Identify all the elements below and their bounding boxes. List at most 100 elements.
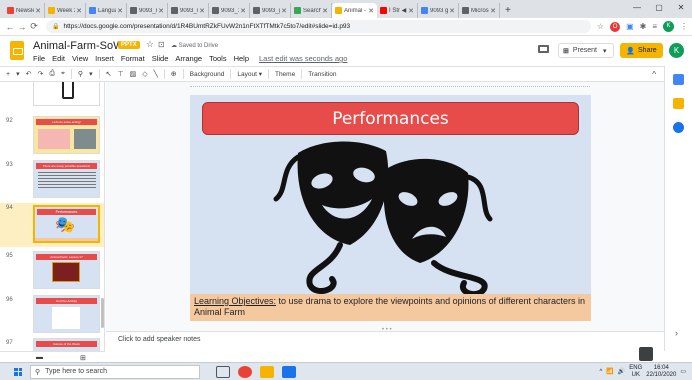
- browser-tab[interactable]: Langua ✕: [86, 3, 127, 18]
- redo-icon[interactable]: ↷: [37, 70, 43, 78]
- browser-tab[interactable]: I Str ◀ ✕: [377, 3, 418, 18]
- thumbnail-row[interactable]: 96 Hot Pen Activity: [0, 295, 104, 335]
- menu-item[interactable]: File: [33, 54, 45, 63]
- keep-icon[interactable]: [673, 98, 684, 109]
- drama-masks-image[interactable]: [190, 129, 591, 299]
- paint-format-icon[interactable]: ⌖: [61, 70, 65, 78]
- close-window-icon[interactable]: ✕: [670, 0, 692, 16]
- browser-tab-active[interactable]: Animal - ✕: [332, 3, 377, 18]
- text-box-icon[interactable]: ⊤: [117, 70, 123, 78]
- browser-menu-icon[interactable]: ⋮: [680, 22, 688, 31]
- comment-add-icon[interactable]: ⊕: [171, 70, 177, 78]
- tray-chevron-icon[interactable]: ^: [599, 369, 602, 375]
- browser-tab[interactable]: 9093_m✕: [168, 3, 209, 18]
- app-icon[interactable]: [282, 365, 296, 378]
- explore-icon[interactable]: [639, 347, 653, 361]
- forward-icon[interactable]: →: [16, 22, 28, 32]
- maximize-icon[interactable]: ▢: [648, 0, 670, 16]
- browser-tab[interactable]: Search r✕: [291, 3, 332, 18]
- present-dropdown-icon[interactable]: ▾: [603, 47, 607, 55]
- grid-view-icon[interactable]: ⊞: [80, 354, 86, 362]
- browser-tab[interactable]: 9093 g: ✕: [418, 3, 459, 18]
- present-button[interactable]: ⊞ Present ▾: [558, 43, 614, 58]
- opera-extension-icon[interactable]: O: [610, 21, 621, 32]
- menu-item[interactable]: Insert: [95, 54, 114, 63]
- slide-thumbnail[interactable]: [33, 82, 100, 106]
- slide-thumbnail[interactable]: Games of the Week: [33, 338, 100, 351]
- browser-tab[interactable]: Week 2✕: [45, 3, 86, 18]
- background-button[interactable]: Background: [190, 71, 225, 78]
- notifications-icon[interactable]: ▭: [680, 368, 686, 375]
- browser-tab[interactable]: 9093_1:✕: [209, 3, 250, 18]
- calendar-icon[interactable]: [673, 74, 684, 85]
- shape-icon[interactable]: ◇: [142, 70, 147, 78]
- select-icon[interactable]: ↖: [106, 70, 112, 78]
- slide-thumbnail[interactable]: Hot Pen Activity: [33, 295, 100, 333]
- document-title[interactable]: Animal-Farm-SoW: [33, 40, 123, 52]
- tab-close-icon[interactable]: ✕: [449, 7, 455, 15]
- tab-close-icon[interactable]: ✕: [281, 7, 287, 15]
- profile-avatar[interactable]: K: [663, 21, 674, 32]
- menu-item[interactable]: Format: [121, 54, 145, 63]
- tab-close-icon[interactable]: ✕: [490, 7, 496, 15]
- transition-button[interactable]: Transition: [308, 71, 336, 78]
- slide-thumbnail[interactable]: Performances 🎭: [33, 205, 100, 243]
- browser-tab[interactable]: 9093_g:✕: [250, 3, 291, 18]
- move-folder-icon[interactable]: ⊡: [158, 40, 165, 49]
- star-icon[interactable]: ☆: [146, 39, 154, 50]
- menu-item[interactable]: View: [72, 54, 88, 63]
- new-slide-icon[interactable]: +: [6, 71, 10, 78]
- comments-icon[interactable]: [538, 45, 549, 53]
- volume-icon[interactable]: 🔊: [618, 368, 625, 375]
- thumbnail-row[interactable]: 97 Games of the Week: [0, 338, 104, 351]
- account-avatar[interactable]: K: [669, 43, 684, 58]
- new-slide-dropdown-icon[interactable]: ▾: [16, 70, 20, 78]
- windows-start-icon[interactable]: [14, 367, 22, 376]
- tab-close-icon[interactable]: ✕: [158, 7, 164, 15]
- tasks-icon[interactable]: [673, 122, 684, 133]
- filmstrip-view-icon[interactable]: ▬: [36, 354, 43, 361]
- thumbnail-row[interactable]: 92 Let's do some acting!: [0, 116, 104, 156]
- browser-tab[interactable]: Newsle ✕: [4, 3, 45, 18]
- thumbnail-row[interactable]: 93 There are many possible questions!: [0, 160, 104, 200]
- menu-item[interactable]: Edit: [52, 54, 65, 63]
- tab-close-icon[interactable]: ✕: [199, 7, 205, 15]
- print-icon[interactable]: ⎙: [49, 70, 55, 78]
- thumbnail-row-selected[interactable]: 94 Performances 🎭: [0, 203, 104, 247]
- speaker-notes[interactable]: Click to add speaker notes: [106, 331, 664, 351]
- browser-tab[interactable]: 9093_m✕: [127, 3, 168, 18]
- slide-thumbnail[interactable]: Let's do some acting!: [33, 116, 100, 154]
- taskbar-search[interactable]: ⚲ Type here to search: [30, 364, 200, 379]
- zoom-dropdown-icon[interactable]: ▾: [89, 70, 93, 78]
- thumbnail-row[interactable]: 95 Animal Farm: Lesson 17: [0, 251, 104, 291]
- back-icon[interactable]: ←: [4, 22, 16, 32]
- tab-close-icon[interactable]: ✕: [35, 7, 41, 15]
- menu-item[interactable]: Help: [234, 54, 249, 63]
- tab-close-icon[interactable]: ✕: [322, 7, 328, 15]
- bookmark-star-icon[interactable]: ☆: [597, 22, 604, 31]
- share-button[interactable]: 👤 Share: [620, 43, 663, 58]
- reload-icon[interactable]: ⟳: [28, 21, 40, 32]
- layout-button[interactable]: Layout ▾: [237, 70, 262, 78]
- translate-extension-icon[interactable]: ▣: [626, 22, 634, 31]
- slides-logo-icon[interactable]: [10, 41, 24, 60]
- slide[interactable]: Performances Learning Objectives: to use…: [190, 95, 591, 321]
- zoom-icon[interactable]: ⚲: [78, 70, 83, 78]
- expand-panel-icon[interactable]: ›: [675, 328, 678, 338]
- slide-thumbnail[interactable]: Animal Farm: Lesson 17: [33, 251, 100, 289]
- filmstrip-scrollbar[interactable]: [101, 298, 104, 328]
- reading-list-icon[interactable]: ≡: [652, 22, 657, 31]
- browser-tab[interactable]: Microso✕: [459, 3, 500, 18]
- task-view-icon[interactable]: [216, 365, 230, 378]
- undo-icon[interactable]: ↶: [26, 70, 32, 78]
- clock[interactable]: 16:04 22/10/2020: [646, 365, 676, 379]
- line-icon[interactable]: ╲: [154, 70, 158, 78]
- menu-item[interactable]: Tools: [209, 54, 227, 63]
- url-field[interactable]: 🔒 https://docs.google.com/presentation/d…: [46, 20, 591, 33]
- tab-close-icon[interactable]: ✕: [368, 7, 374, 15]
- collapse-chevron-icon[interactable]: ^: [652, 70, 656, 79]
- thumbnail-row[interactable]: [0, 82, 104, 108]
- network-icon[interactable]: 📶: [606, 368, 613, 375]
- file-explorer-icon[interactable]: [260, 365, 274, 378]
- image-icon[interactable]: ▨: [130, 70, 137, 78]
